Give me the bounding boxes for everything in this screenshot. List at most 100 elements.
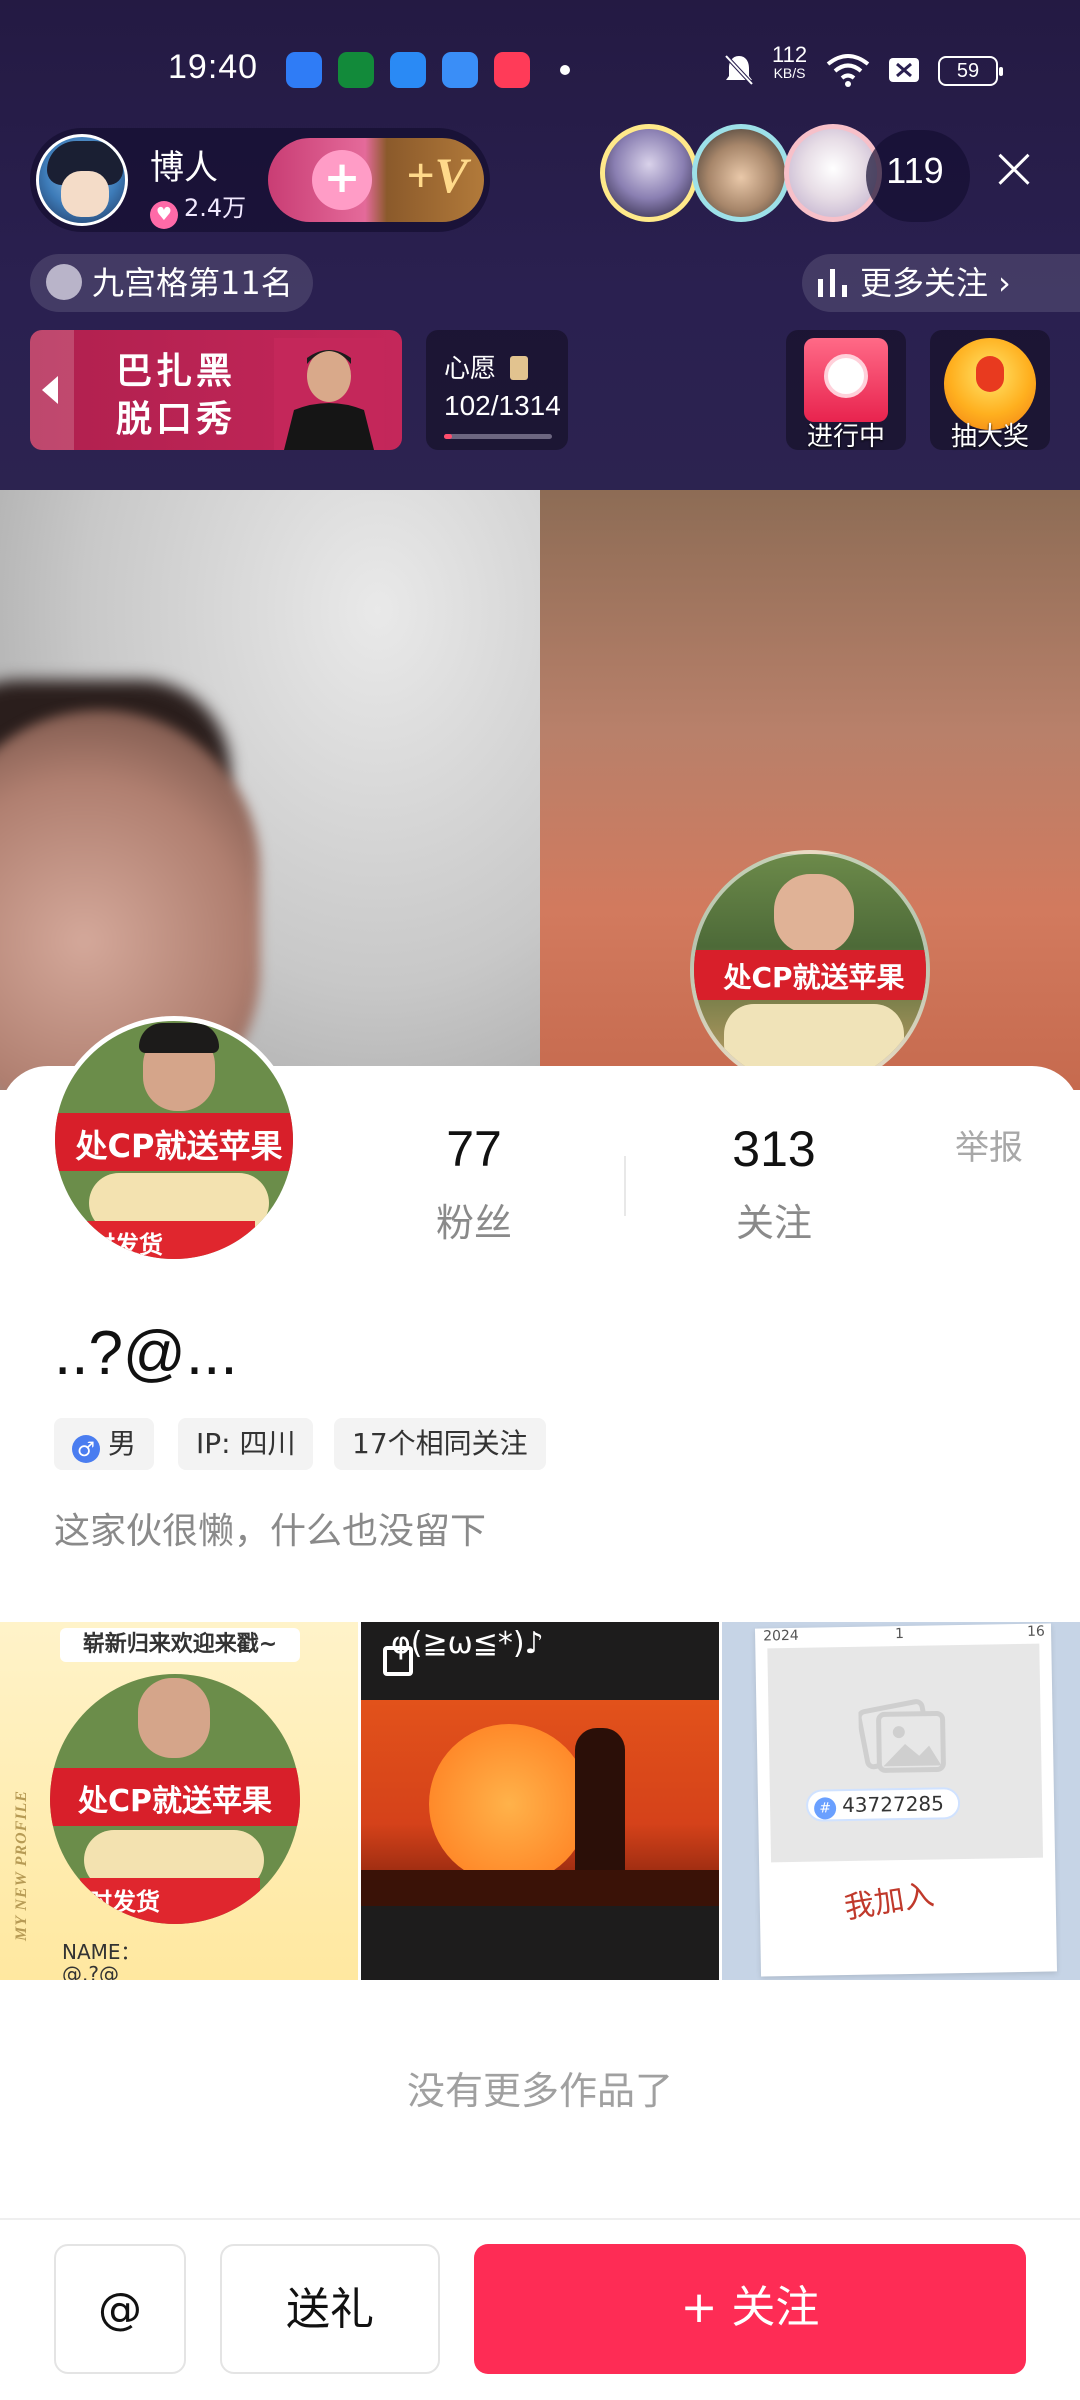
- activity-face: [824, 354, 868, 398]
- notification-dot-icon: [560, 65, 570, 75]
- video-right: 处CP就送苹果: [540, 490, 1080, 1090]
- host-info[interactable]: 博人 ♥ 2.4万 + +V: [30, 128, 490, 232]
- avatar-sub-text: 时发货: [91, 1231, 163, 1259]
- app-icon-1: [286, 52, 322, 88]
- mute-icon: [724, 54, 754, 86]
- lottery-label: 抽大奖: [950, 422, 1029, 452]
- close-icon[interactable]: ×: [984, 138, 1044, 200]
- rank-icon: [46, 264, 82, 300]
- thumb3-day: 16: [1026, 1623, 1046, 1640]
- app-icon-2: [338, 52, 374, 88]
- fans-stat[interactable]: 77 粉丝: [374, 1120, 574, 1247]
- polaroid: 2024 1 16 #43727285 我加入: [754, 1623, 1058, 1977]
- net-speed: 112 KB/S: [772, 42, 808, 82]
- app-icon-3: [390, 52, 426, 88]
- heart-icon: ♥: [150, 201, 178, 229]
- male-icon: ♂: [72, 1435, 100, 1463]
- status-bar: 19:40 112 KB/S 59: [0, 42, 1080, 96]
- follow-button[interactable]: + 关注: [474, 2244, 1026, 2374]
- thumb1-sub: 时发货: [88, 1888, 160, 1916]
- avatar-text: 处CP就送苹果: [75, 1127, 283, 1165]
- image-placeholder-icon: [858, 1699, 946, 1773]
- ip-tag: IP: 四川: [178, 1418, 314, 1470]
- viewer-avatar[interactable]: [600, 124, 698, 222]
- work-thumbnail-3[interactable]: 2024 1 16 #43727285 我加入: [722, 1622, 1080, 1980]
- banner-title-2: 脱口秀: [116, 399, 237, 440]
- scroll-icon: [510, 356, 529, 380]
- thumb1-name-value: @.?@: [62, 1962, 119, 1980]
- activity-in-progress[interactable]: 进行中: [786, 330, 906, 452]
- report-button[interactable]: 举报: [955, 1120, 1023, 1169]
- following-label: 关注: [735, 1201, 812, 1245]
- edit-icon: [383, 1646, 413, 1676]
- heart-plus-icon: +: [312, 150, 372, 210]
- gender-text: 男: [108, 1427, 137, 1460]
- wish-progress[interactable]: 心愿 102/1314: [426, 330, 568, 450]
- net-speed-value: 112: [772, 42, 808, 67]
- host-avatar[interactable]: [36, 134, 128, 226]
- work-thumbnail-1[interactable]: 崭新归来欢迎来戳~ MY NEW PROFILE 处CP就送苹果 时发货 NAM…: [0, 1622, 358, 1980]
- live-room-header: 19:40 112 KB/S 59 博人 ♥ 2.4万 + +V 119 × 九…: [0, 0, 1080, 490]
- guest-avatar-text: 处CP就送苹果: [723, 961, 905, 994]
- thumb1-avatar: 处CP就送苹果 时发货: [50, 1674, 300, 1924]
- following-count: 313: [732, 1121, 816, 1177]
- more-follow-button[interactable]: 更多关注 ›: [802, 254, 1080, 312]
- thumb1-badge: 处CP就送苹果: [77, 1784, 272, 1819]
- thumb2-caption: φ(≧ω≦*)♪: [391, 1626, 544, 1661]
- v-plus-icon: +V: [406, 147, 468, 203]
- avatar-hair: [139, 1023, 219, 1053]
- mention-button[interactable]: @: [54, 2244, 186, 2374]
- following-stat[interactable]: 313 关注: [674, 1120, 874, 1247]
- chevron-right-icon: ›: [998, 264, 1011, 302]
- work-thumbnail-2[interactable]: φ(≧ω≦*)♪: [361, 1622, 719, 1980]
- wish-label: 心愿: [444, 348, 529, 385]
- bar-chart-icon: [818, 269, 848, 297]
- profile-avatar[interactable]: 处CP就送苹果 时发货: [50, 1016, 298, 1264]
- fans-label: 粉丝: [435, 1201, 512, 1245]
- thumb3-handwriting: 我加入: [842, 1877, 937, 1927]
- flame-icon: [976, 356, 1004, 392]
- more-follow-label: 更多关注: [860, 264, 989, 302]
- mutual-follow-tag[interactable]: 17个相同关注: [334, 1418, 546, 1470]
- activity-label: 进行中: [806, 422, 885, 452]
- sim-off-icon: [889, 58, 919, 82]
- thumb1-banner: 崭新归来欢迎来戳~: [60, 1628, 300, 1662]
- lottery-button[interactable]: 抽大奖: [930, 330, 1050, 452]
- rank-text: 九宫格第11名: [92, 264, 293, 302]
- photo-placeholder: #43727285: [767, 1643, 1044, 1863]
- app-icon-5: [494, 52, 530, 88]
- sunset-image: [361, 1700, 719, 1906]
- fan-club-button[interactable]: + +V: [268, 138, 484, 222]
- app-icon-4: [442, 52, 478, 88]
- hash-icon: #: [813, 1797, 837, 1820]
- guest-avatar[interactable]: 处CP就送苹果: [690, 850, 930, 1090]
- send-gift-button[interactable]: 送礼: [220, 2244, 440, 2374]
- host-name: 博人: [150, 148, 218, 188]
- viewer-count[interactable]: 119: [870, 150, 960, 192]
- stat-divider: [624, 1156, 626, 1216]
- thumb1-name: NAME：: [62, 1940, 141, 1964]
- fans-count: 77: [446, 1121, 502, 1177]
- show-banner[interactable]: 巴扎黑 脱口秀: [30, 330, 402, 450]
- thumb3-year: 2024: [762, 1627, 799, 1645]
- id-chip: #43727285: [805, 1787, 961, 1822]
- no-more-works: 没有更多作品了: [406, 2069, 673, 2113]
- username: ..?@...: [54, 1319, 238, 1388]
- battery-icon: 59: [938, 56, 1003, 86]
- viewer-avatar[interactable]: [692, 124, 790, 222]
- wish-count: 102/1314: [444, 390, 561, 421]
- thumb1-side-text: MY NEW PROFILE: [13, 1790, 30, 1941]
- wish-progress-bar: [444, 434, 552, 439]
- banner-title-1: 巴扎黑: [116, 351, 237, 392]
- thumb3-month: 1: [894, 1626, 905, 1643]
- chevron-left-icon[interactable]: [30, 330, 74, 450]
- video-left: [0, 490, 540, 1090]
- performer-image: [274, 338, 384, 450]
- gender-tag: ♂ 男: [54, 1418, 155, 1470]
- status-time: 19:40: [168, 48, 259, 86]
- thumb3-id: 43727285: [841, 1791, 945, 1818]
- net-speed-unit: KB/S: [773, 65, 806, 81]
- wifi-icon: [826, 54, 870, 87]
- bio: 这家伙很懒，什么也没留下: [54, 1511, 487, 1552]
- rank-badge[interactable]: 九宫格第11名: [30, 254, 313, 312]
